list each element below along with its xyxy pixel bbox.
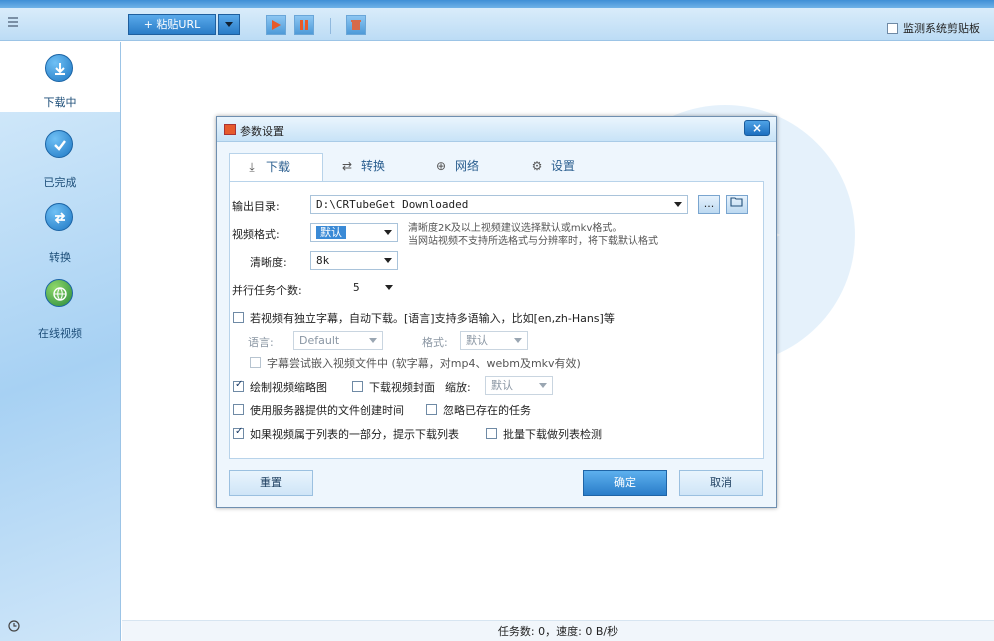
sidebar-item-online-video[interactable]: 在线视频 [0,270,120,340]
paste-url-button[interactable]: + 粘贴URL [128,14,216,35]
subtitle-format-select[interactable]: 默认 [460,331,528,350]
more-button[interactable]: ... [698,195,720,214]
sidebar: 下载中 已完成 转换 在线视频 [0,42,121,641]
video-format-select[interactable]: 默认 [310,223,398,242]
sidebar-item-completed[interactable]: 已完成 [0,120,120,190]
subtitle-download-label: 若视频有独立字幕，自动下载。[语言]支持多语输入，比如[en,zh-Hans]等 [250,312,615,325]
tab-download[interactable]: ⤓ 下载 [229,153,323,181]
playlist-prompt-checkbox[interactable] [233,426,244,439]
language-label: 语言: [248,336,274,349]
sidebar-item-downloading[interactable]: 下载中 [0,42,120,112]
zoom-label: 缩放: [445,381,471,394]
sidebar-item-label: 在线视频 [38,327,82,340]
title-bar-strip [0,0,994,8]
tab-label: 网络 [455,159,480,173]
resolution-select[interactable]: 8k [310,251,398,270]
trash-icon [351,20,361,30]
parallel-tasks-select[interactable]: 5 [348,279,398,298]
delete-button[interactable] [346,15,366,35]
tab-label: 转换 [361,159,386,173]
download-tab-icon: ⤓ [249,160,255,174]
app-icon [224,124,236,135]
download-settings-panel: 输出目录: D:\CRTubeGet Downloaded ... 视频格式: … [229,181,764,459]
monitor-clipboard-label: 监测系统剪贴板 [903,22,980,35]
ignore-existing-label: 忽略已存在的任务 [443,404,531,417]
network-tab-icon: ⊕ [435,159,447,173]
dialog-title-bar[interactable]: 参数设置 × [217,117,776,142]
close-button[interactable]: × [744,120,770,136]
reset-button[interactable]: 重置 [229,470,313,496]
download-cover-label: 下载视频封面 [369,381,435,394]
settings-tabs: ⤓ 下载 ⇄ 转换 ⊕ 网络 ⚙ 设置 [229,151,764,181]
convert-tab-icon: ⇄ [341,159,353,173]
tab-label: 下载 [266,160,291,174]
output-dir-select[interactable]: D:\CRTubeGet Downloaded [310,195,688,214]
download-icon [45,54,73,82]
sidebar-item-label: 下载中 [43,96,77,109]
play-icon [272,20,281,30]
monitor-clipboard-option[interactable]: 监测系统剪贴板 [887,20,980,36]
language-select[interactable]: Default [293,331,383,350]
subtitle-download-checkbox[interactable] [233,312,244,323]
toolbar: + 粘贴URL 监测系统剪贴板 [0,8,994,41]
status-bar: 任务数: 0，速度: 0 B/秒 [122,620,994,641]
output-dir-value: D:\CRTubeGet Downloaded [316,198,469,211]
folder-icon [730,197,743,207]
tab-settings[interactable]: ⚙ 设置 [529,153,575,181]
subtitle-format-label: 格式: [422,336,448,349]
tab-network[interactable]: ⊕ 网络 [433,153,479,181]
draw-thumbnail-label: 绘制视频缩略图 [250,381,327,394]
sidebar-item-label: 转换 [49,251,71,264]
output-dir-label: 输出目录: [232,200,280,213]
pause-button[interactable] [294,15,314,35]
sidebar-item-convert[interactable]: 转换 [0,194,120,264]
start-button[interactable] [266,15,286,35]
ignore-existing-checkbox[interactable] [426,404,437,415]
tab-convert[interactable]: ⇄ 转换 [339,153,385,181]
format-hint-line2: 当网站视频不支持所选格式与分辨率时，将下载默认格式 [408,236,658,247]
resolution-value: 8k [316,254,330,267]
settings-dialog: 参数设置 × ⤓ 下载 ⇄ 转换 ⊕ 网络 ⚙ 设置 输出目录: D:\CRTubeGe… [216,116,777,508]
parallel-tasks-value: 5 [353,281,360,294]
batch-check-label: 批量下载做列表检测 [503,428,602,441]
toolbar-separator [330,18,331,34]
server-time-checkbox[interactable] [233,404,244,415]
format-hint-line1: 清晰度2K及以上视频建议选择默认或mkv格式。 [408,223,623,234]
parallel-tasks-label: 并行任务个数: [232,284,302,297]
resolution-label: 清晰度: [250,256,287,269]
playlist-prompt-label: 如果视频属于列表的一部分，提示下载列表 [250,428,459,441]
server-time-label: 使用服务器提供的文件创建时间 [250,404,404,417]
zoom-value: 默认 [491,379,513,392]
convert-icon [45,203,73,231]
draw-thumbnail-checkbox[interactable] [233,379,244,392]
open-folder-button[interactable] [726,195,748,214]
ok-button[interactable]: 确定 [583,470,667,496]
video-format-value: 默认 [316,226,346,239]
sidebar-item-label: 已完成 [43,176,77,189]
clock-icon[interactable] [8,620,20,632]
batch-check-checkbox[interactable] [486,428,497,439]
zoom-select[interactable]: 默认 [485,376,553,395]
monitor-clipboard-checkbox[interactable] [887,22,898,34]
globe-icon [45,279,73,307]
check-icon [45,130,73,158]
dialog-title: 参数设置 [240,125,284,138]
subtitle-format-value: 默认 [466,334,488,347]
menu-icon[interactable] [8,17,18,30]
cancel-button[interactable]: 取消 [679,470,763,496]
pause-icon [300,20,308,30]
settings-tab-icon: ⚙ [531,159,543,173]
video-format-label: 视频格式: [232,228,280,241]
paste-url-dropdown[interactable] [218,14,240,35]
language-value: Default [299,334,340,347]
download-cover-checkbox[interactable] [352,381,363,392]
embed-subtitle-checkbox[interactable] [250,357,261,368]
tab-label: 设置 [551,159,576,173]
embed-subtitle-label: 字幕尝试嵌入视频文件中 (软字幕，对mp4、webm及mkv有效) [267,357,581,370]
